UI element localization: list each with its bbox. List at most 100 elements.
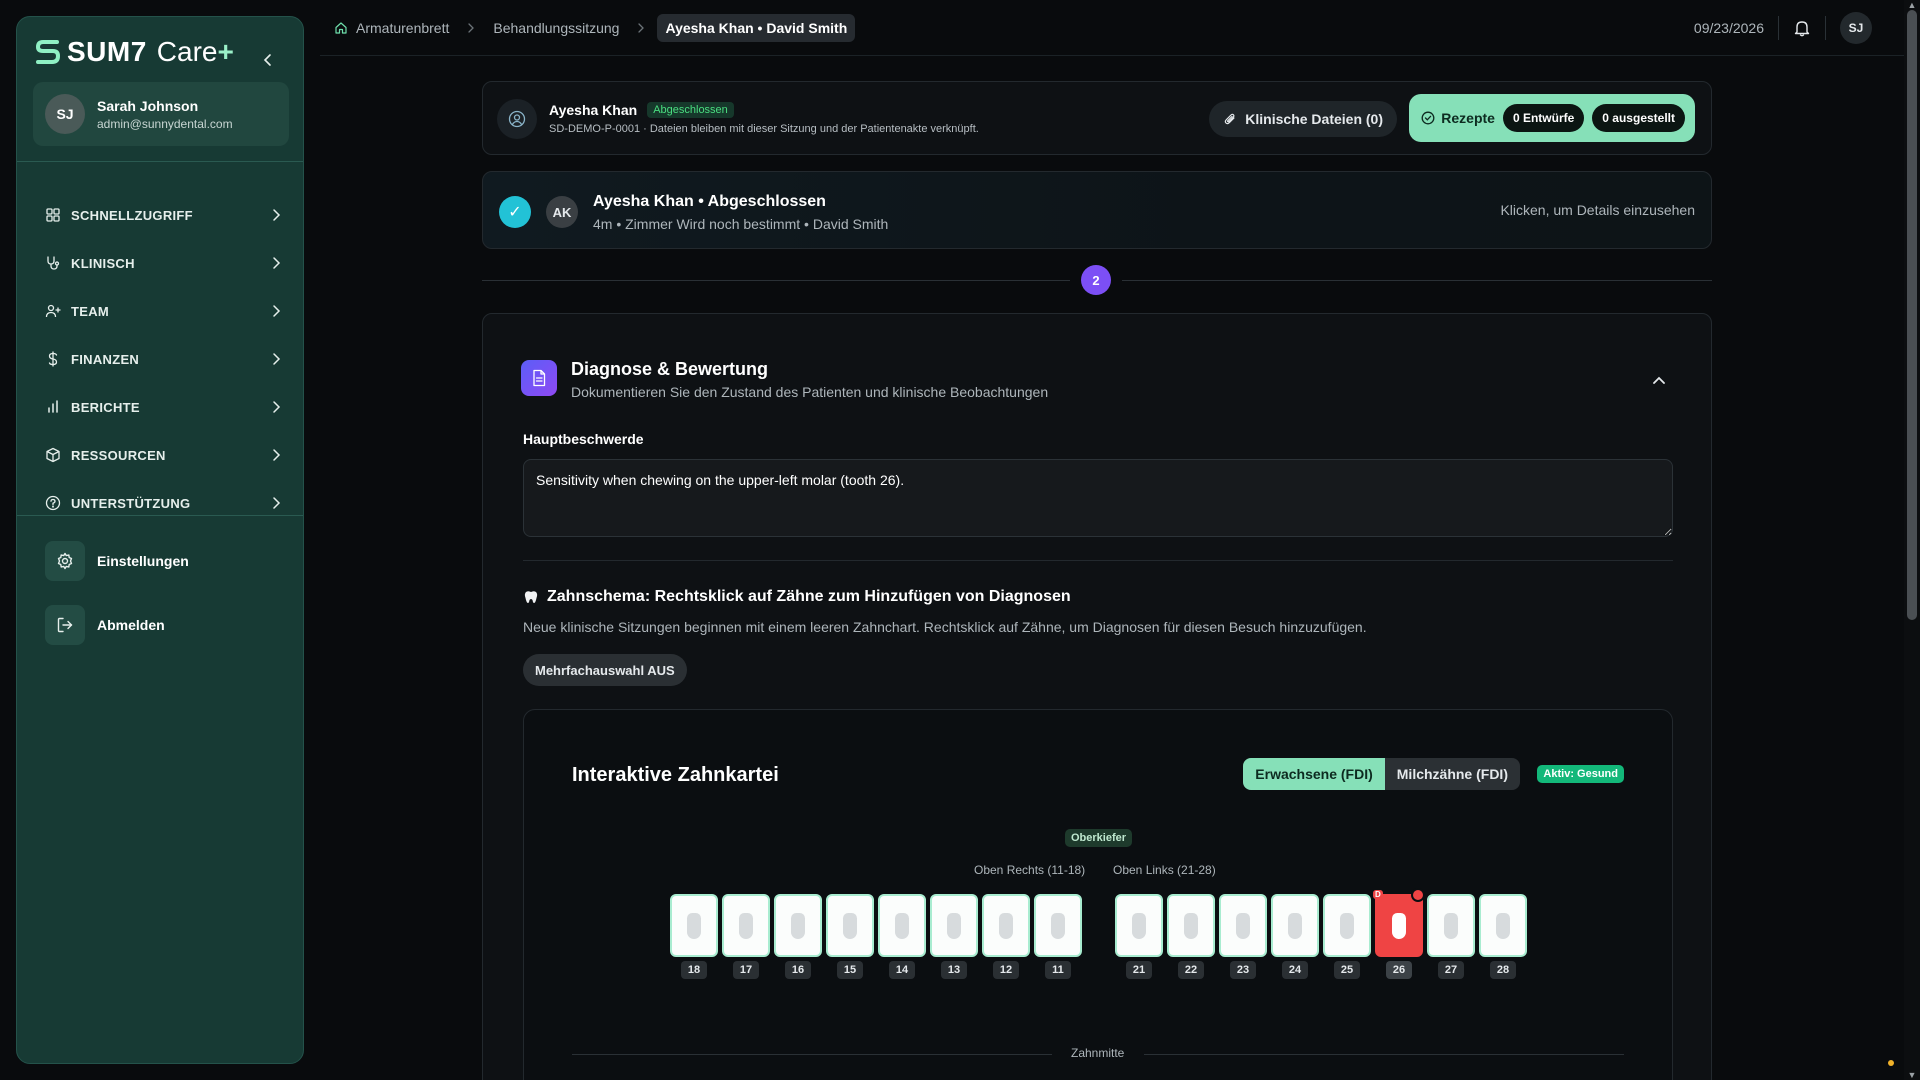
sidebar-item-unterstuetzung[interactable]: UNTERSTÜTZUNG	[45, 479, 293, 527]
session-summary-row[interactable]: ✓ AK Ayesha Khan • Abgeschlossen 4m • Zi…	[482, 171, 1712, 249]
prescriptions-button[interactable]: Rezepte	[1421, 110, 1495, 126]
user-menu-avatar[interactable]: SJ	[1840, 12, 1872, 44]
tooth-button[interactable]	[1219, 894, 1267, 957]
tooth-button[interactable]	[1115, 894, 1163, 957]
tooth-button[interactable]	[1271, 894, 1319, 957]
rx-issued-pill[interactable]: 0 ausgestellt	[1592, 104, 1685, 132]
chevron-right-icon	[273, 353, 281, 365]
tooth-number: 14	[889, 961, 915, 979]
sidebar-item-label: BERICHTE	[71, 399, 140, 415]
tooth-shape-icon	[1444, 912, 1458, 939]
tooth-13[interactable]: 13	[930, 894, 978, 979]
tooth-button[interactable]	[722, 894, 770, 957]
sidebar-item-ressourcen[interactable]: RESSOURCEN	[45, 431, 293, 479]
adult-fdi-tab[interactable]: Erwachsene (FDI)	[1243, 758, 1385, 790]
diagnosis-title: Diagnose & Bewertung	[571, 359, 769, 379]
tooth-button[interactable]	[1034, 894, 1082, 957]
collapse-sidebar-button[interactable]	[257, 49, 279, 71]
tooth-number: 23	[1230, 961, 1256, 979]
prescriptions-group: Rezepte 0 Entwürfe 0 ausgestellt	[1409, 94, 1695, 142]
breadcrumb-home[interactable]: Armaturenbrett	[328, 16, 455, 40]
quadrant-label-upper-left: Oben Links (21-28)	[1113, 863, 1216, 877]
chevron-right-icon	[273, 305, 281, 317]
tooth-22[interactable]: 22	[1167, 894, 1215, 979]
tooth-number: 24	[1282, 961, 1308, 979]
sidebar-item-schnellzugriff[interactable]: SCHNELLZUGRIFF	[45, 191, 293, 239]
sidebar-item-klinisch[interactable]: KLINISCH	[45, 239, 293, 287]
logout-button[interactable]: Abmelden	[45, 605, 165, 645]
user-profile-card[interactable]: SJ Sarah Johnson admin@sunnydental.com	[33, 82, 289, 146]
tooth-number: 25	[1334, 961, 1360, 979]
dentition-toggle: Erwachsene (FDI) Milchzähne (FDI)	[1243, 758, 1520, 790]
sidebar-item-team[interactable]: TEAM	[45, 287, 293, 335]
primary-fdi-tab[interactable]: Milchzähne (FDI)	[1385, 758, 1520, 790]
brand-suffix: Care+	[157, 36, 234, 68]
tooth-button[interactable]	[1167, 894, 1215, 957]
chevron-left-icon	[263, 54, 271, 66]
clinical-files-button[interactable]: Klinische Dateien (0)	[1209, 101, 1397, 137]
tooth-button[interactable]	[930, 894, 978, 957]
sidebar-item-finanzen[interactable]: FINANZEN	[45, 335, 293, 383]
tooth-chart-card: Interaktive Zahnkartei Erwachsene (FDI) …	[523, 709, 1673, 1080]
patient-icon-wrap	[497, 99, 537, 139]
status-badge: Abgeschlossen	[647, 102, 734, 118]
tooth-17[interactable]: 17	[722, 894, 770, 979]
prescriptions-label: Rezepte	[1441, 110, 1495, 126]
tooth-25[interactable]: 25	[1323, 894, 1371, 979]
tooth-12[interactable]: 12	[982, 894, 1030, 979]
tooth-button[interactable]	[1427, 894, 1475, 957]
tooth-button[interactable]	[1479, 894, 1527, 957]
tooth-button[interactable]	[878, 894, 926, 957]
sidebar-item-berichte[interactable]: BERICHTE	[45, 383, 293, 431]
sidebar-divider	[17, 161, 303, 162]
tooth-number: 12	[993, 961, 1019, 979]
grid-icon	[46, 208, 60, 222]
tooth-button[interactable]	[670, 894, 718, 957]
tooth-11[interactable]: 11	[1034, 894, 1082, 979]
tooth-16[interactable]: 16	[774, 894, 822, 979]
tooth-21[interactable]: 21	[1115, 894, 1163, 979]
scrollbar[interactable]: ▲ ▼	[1904, 0, 1920, 1080]
brand-logo[interactable]: SUM7 Care+	[35, 35, 234, 69]
tooth-27[interactable]: 27	[1427, 894, 1475, 979]
multiselect-toggle-button[interactable]: Mehrfachauswahl AUS	[523, 654, 687, 686]
settings-button[interactable]: Einstellungen	[45, 541, 189, 581]
quadrant-label-upper-right: Oben Rechts (11-18)	[974, 863, 1086, 877]
tooth-24[interactable]: 24	[1271, 894, 1319, 979]
sidebar-item-label: SCHNELLZUGRIFF	[71, 207, 193, 223]
tooth-button[interactable]	[982, 894, 1030, 957]
user-circle-icon	[508, 110, 526, 128]
collapse-section-button[interactable]	[1649, 370, 1669, 390]
scroll-down-arrow-icon[interactable]: ▼	[1907, 1070, 1917, 1080]
tooth-14[interactable]: 14	[878, 894, 926, 979]
tooth-button[interactable]	[774, 894, 822, 957]
chief-complaint-textarea[interactable]: Sensitivity when chewing on the upper-le…	[523, 459, 1673, 537]
completed-check-icon: ✓	[499, 196, 531, 228]
tooth-shape-icon	[1496, 912, 1510, 939]
session-details-link[interactable]: Klicken, um Details einzusehen	[1500, 202, 1695, 218]
tooth-shape-icon	[1340, 912, 1354, 939]
notifications-button[interactable]	[1793, 19, 1811, 37]
tooth-button[interactable]	[826, 894, 874, 957]
scroll-up-arrow-icon[interactable]: ▲	[1907, 0, 1917, 10]
tooth-shape-icon	[1051, 912, 1065, 939]
complaint-label: Hauptbeschwerde	[523, 431, 644, 447]
midline-right	[1144, 1054, 1624, 1055]
tooth-26[interactable]: D 26	[1373, 888, 1425, 979]
tooth-button[interactable]: D	[1373, 888, 1425, 957]
rx-drafts-pill[interactable]: 0 Entwürfe	[1502, 104, 1585, 132]
tooth-button[interactable]	[1323, 894, 1371, 957]
tooth-18[interactable]: 18	[670, 894, 718, 979]
tooth-number: 11	[1045, 961, 1071, 979]
package-icon	[46, 447, 60, 463]
tooth-28[interactable]: 28	[1479, 894, 1527, 979]
chevron-up-icon	[1653, 376, 1665, 384]
tooth-shape-icon	[895, 912, 909, 939]
tooth-chart-heading: Zahnschema: Rechtsklick auf Zähne zum Hi…	[547, 588, 1071, 605]
tooth-15[interactable]: 15	[826, 894, 874, 979]
tooth-shape-icon	[1236, 912, 1250, 939]
scrollbar-thumb[interactable]	[1907, 10, 1917, 620]
session-meta: 4m • Zimmer Wird noch bestimmt • David S…	[593, 216, 889, 232]
breadcrumb-section[interactable]: Behandlungssitzung	[487, 16, 625, 40]
tooth-23[interactable]: 23	[1219, 894, 1267, 979]
